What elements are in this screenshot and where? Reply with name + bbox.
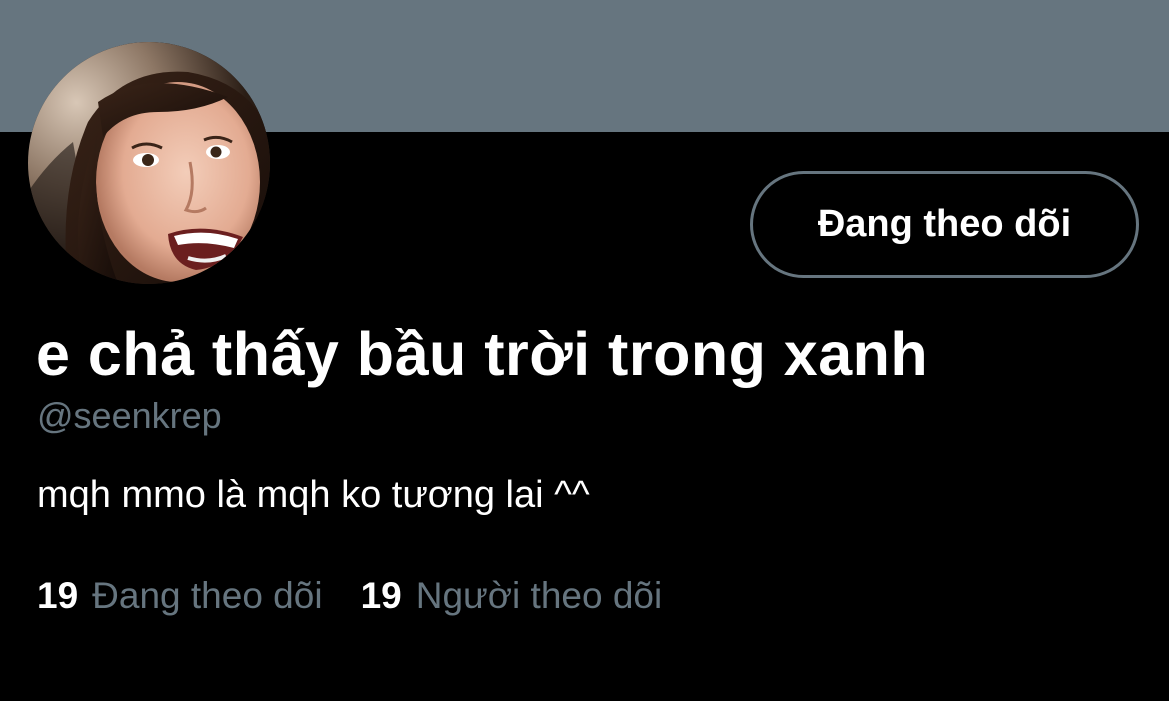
profile-avatar[interactable] (28, 42, 270, 284)
following-count: 19 (37, 575, 79, 616)
followers-label: Người theo dõi (415, 575, 663, 616)
following-label: Đang theo dõi (92, 575, 323, 616)
followers-count: 19 (360, 575, 402, 616)
profile-stats: 19 Đang theo dõi 19 Người theo dõi (37, 572, 700, 620)
following-button[interactable]: Đang theo dõi (750, 171, 1139, 278)
profile-display-name: e chả thấy bầu trời trong xanh (36, 320, 929, 388)
profile-bio: mqh mmo là mqh ko tương lai ^^ (37, 474, 590, 516)
avatar-photo (28, 42, 270, 284)
profile-handle: @seenkrep (37, 395, 222, 436)
followers-count-link[interactable]: 19 Người theo dõi (361, 575, 663, 617)
following-count-link[interactable]: 19 Đang theo dõi (37, 575, 323, 617)
